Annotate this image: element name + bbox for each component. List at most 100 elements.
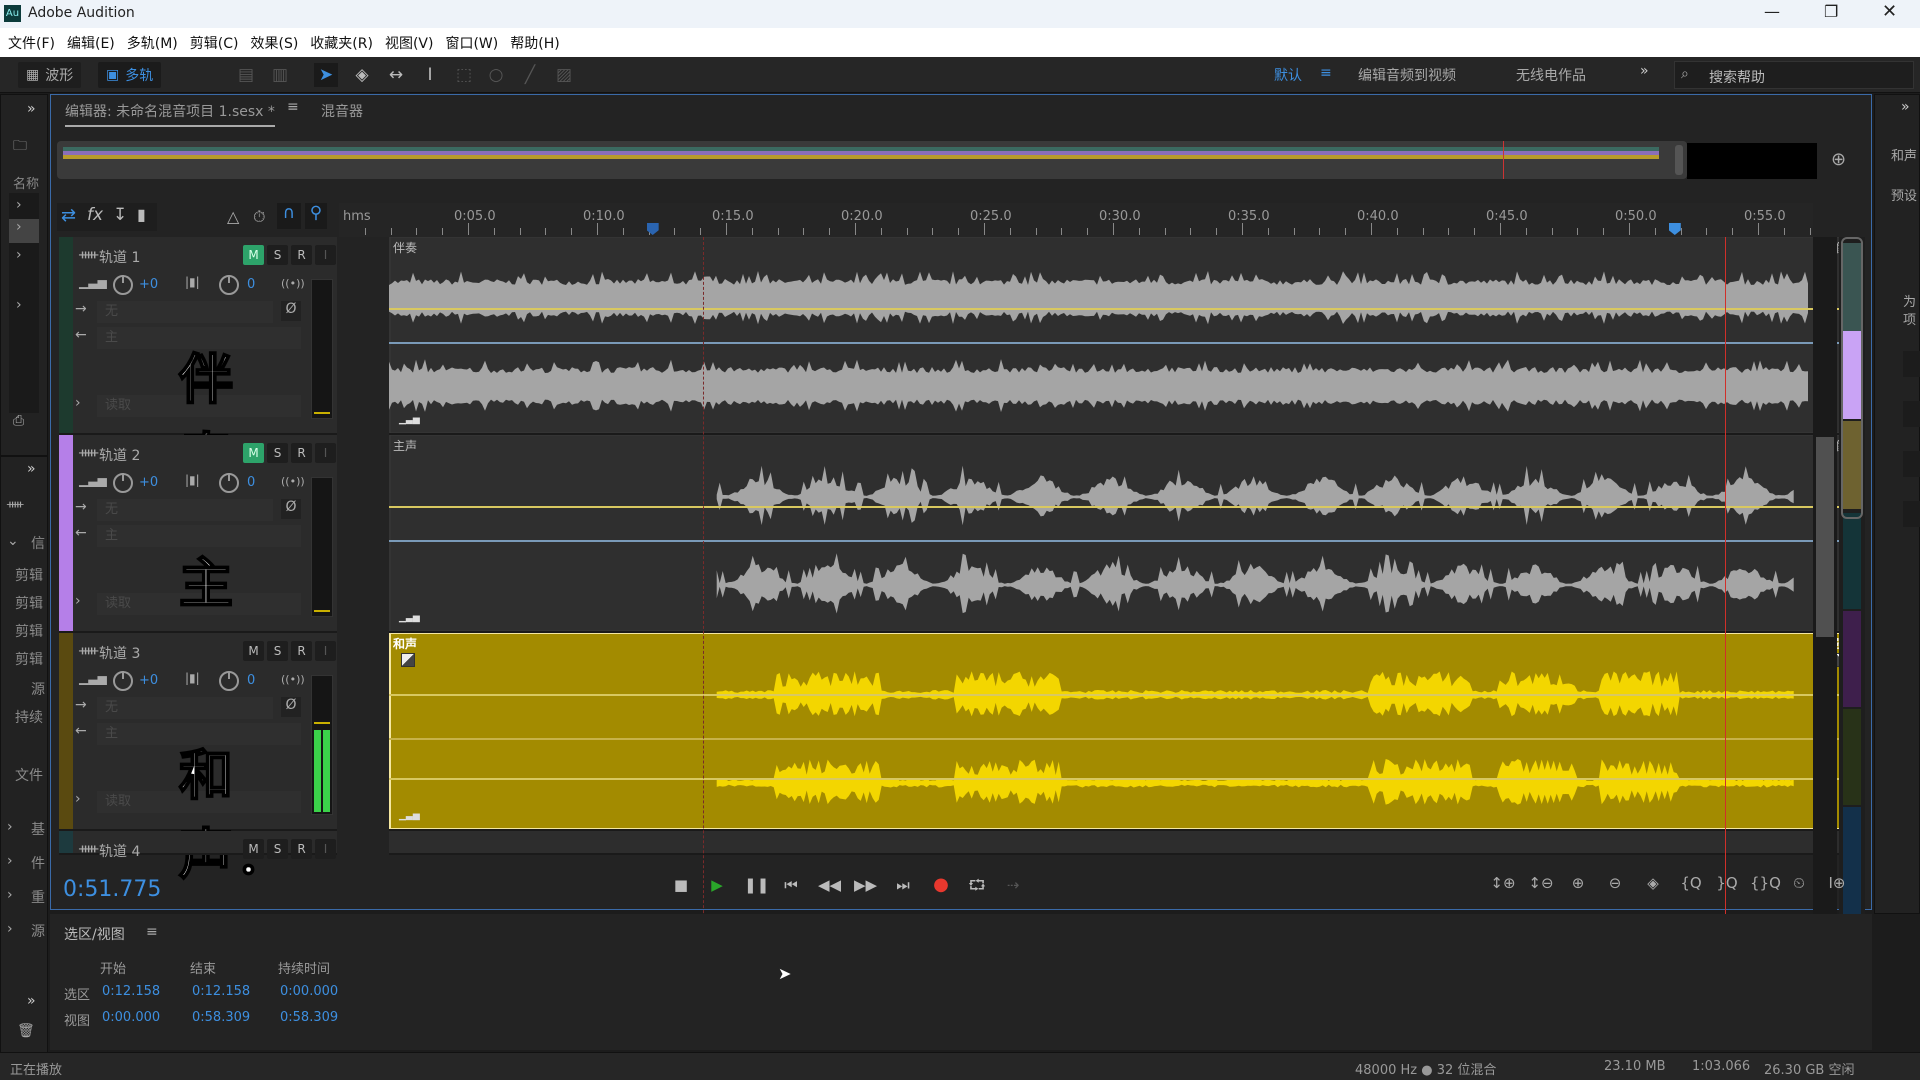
phase-invert-icon[interactable]: Ø: [281, 697, 301, 717]
vertical-scrollbar[interactable]: [1813, 237, 1837, 953]
solo-button[interactable]: S: [267, 245, 288, 265]
stereo-icon[interactable]: ((•)): [281, 673, 305, 686]
input-monitor-button[interactable]: I: [315, 245, 336, 265]
panel-menu-icon[interactable]: ≡: [146, 924, 158, 940]
section-label[interactable]: 基: [31, 819, 45, 839]
record-arm-button[interactable]: R: [291, 839, 312, 859]
sends-icon[interactable]: ↧: [113, 205, 127, 225]
expand-panel-icon[interactable]: »: [1901, 99, 1910, 115]
menu-effects[interactable]: 效果(S): [250, 33, 298, 53]
mute-button[interactable]: M: [243, 245, 264, 265]
inputs-outputs-icon[interactable]: ⇄: [61, 205, 76, 226]
track-lane[interactable]: 主声 声像 ⌄ ▁▃▅: [389, 435, 1863, 633]
menu-file[interactable]: 文件(F): [8, 33, 55, 53]
workspace-radio[interactable]: 无线电作品: [1516, 65, 1586, 85]
view-end[interactable]: 0:58.309: [192, 1010, 250, 1025]
menu-clip[interactable]: 剪辑(C): [190, 33, 239, 53]
track-name[interactable]: 轨道 1: [99, 247, 140, 267]
track-name[interactable]: 轨道 3: [99, 643, 140, 663]
tab-menu-icon[interactable]: ≡: [287, 99, 299, 115]
zoom-to-fit-icon[interactable]: ⊕: [1831, 149, 1846, 170]
stop-button[interactable]: ■: [670, 874, 692, 896]
view-start[interactable]: 0:00.000: [102, 1010, 160, 1025]
zoom-in-amplitude-icon[interactable]: ↕⊕: [1490, 874, 1516, 898]
fx-icon[interactable]: fx: [87, 205, 103, 225]
track-name[interactable]: 轨道 4: [99, 841, 140, 861]
record-arm-button[interactable]: R: [291, 443, 312, 463]
pan-knob[interactable]: [219, 671, 239, 691]
waveform-view-button[interactable]: ▦ 波形: [18, 62, 82, 88]
stereo-icon[interactable]: ((•)): [281, 475, 305, 488]
zoom-out-full-icon[interactable]: ◈: [1640, 874, 1666, 898]
play-button[interactable]: ▶: [706, 874, 728, 896]
slip-tool-icon[interactable]: ↔: [384, 63, 408, 87]
phase-invert-icon[interactable]: Ø: [281, 499, 301, 519]
expand-automation-icon[interactable]: ›: [75, 395, 81, 411]
menu-window[interactable]: 窗口(W): [445, 33, 498, 53]
navigator-handle[interactable]: [1841, 237, 1863, 519]
record-arm-button[interactable]: R: [291, 245, 312, 265]
loop-button[interactable]: ⮔: [966, 874, 988, 896]
brush-tool-icon[interactable]: ╱: [518, 63, 542, 87]
expand-automation-icon[interactable]: ›: [75, 791, 81, 807]
workspace-edit-video[interactable]: 编辑音频到视频: [1358, 65, 1456, 85]
solo-button[interactable]: S: [267, 443, 288, 463]
zoom-selection-icon[interactable]: {}Q: [1750, 874, 1781, 898]
zoom-out-time-icon[interactable]: ⊖: [1602, 874, 1628, 898]
pitch-display-icon[interactable]: ▥: [268, 63, 292, 87]
input-monitor-button[interactable]: I: [315, 641, 336, 661]
pan-value[interactable]: 0: [247, 475, 255, 490]
volume-value[interactable]: +0: [139, 475, 158, 490]
zoom-out-point-icon[interactable]: }Q: [1714, 874, 1740, 898]
expand-icon[interactable]: ›: [16, 197, 22, 213]
skip-button[interactable]: ⇢: [1002, 874, 1024, 896]
track-header[interactable]: ᚔ 轨道 2 M S R I ▁▃▅ +0 |▮| 0 ((•)) → 无 Ø …: [59, 435, 337, 695]
expand-icon[interactable]: ›: [16, 247, 22, 263]
expand-icon[interactable]: ›: [7, 853, 13, 869]
input-monitor-button[interactable]: I: [315, 443, 336, 463]
track-header[interactable]: ᚔ 轨道 3 M S R I ▁▃▅ +0 |▮| 0 ((•)) → 无 Ø …: [59, 633, 337, 887]
track-lane[interactable]: [389, 831, 1863, 855]
view-duration[interactable]: 0:58.309: [280, 1010, 338, 1025]
audio-clip[interactable]: [389, 237, 1863, 433]
marker-pin-icon[interactable]: ⚲: [305, 203, 327, 229]
stereo-icon[interactable]: ((•)): [281, 277, 305, 290]
presets-label[interactable]: 预设: [1891, 185, 1917, 204]
track-header[interactable]: ᚔ 轨道 4 M S R I: [59, 831, 337, 860]
minimize-icon[interactable]: —: [1764, 2, 1780, 21]
move-tool-icon[interactable]: ➤: [314, 63, 338, 87]
input-select[interactable]: 无: [97, 301, 273, 323]
track-name[interactable]: 轨道 2: [99, 445, 140, 465]
razor-tool-icon[interactable]: ◈: [350, 63, 374, 87]
section-label[interactable]: 重: [31, 887, 45, 907]
pan-knob[interactable]: [219, 473, 239, 493]
overview-handle[interactable]: [1675, 145, 1683, 175]
restore-icon[interactable]: ❐: [1824, 2, 1838, 21]
tab-mixer[interactable]: 混音器: [321, 101, 363, 121]
expand-icon[interactable]: ›: [7, 921, 13, 937]
time-ruler[interactable]: hms 0:05.0 0:10.0 0:15.0 0:20.0 0:25.0 0:30.0…: [339, 203, 1813, 237]
expand-panel-icon[interactable]: »: [27, 993, 36, 1009]
mute-button[interactable]: M: [243, 443, 264, 463]
solo-button[interactable]: S: [267, 839, 288, 859]
track-header[interactable]: ᚔ 轨道 1 M S R I ▁▃▅ +0 |▮| 0 ((•)) → 无 Ø …: [59, 237, 337, 491]
expand-icon[interactable]: ›: [7, 887, 13, 903]
expand-panel-icon[interactable]: »: [27, 101, 36, 117]
import-icon[interactable]: ⎙: [13, 413, 24, 429]
record-button[interactable]: ●: [930, 874, 952, 896]
menu-multitrack[interactable]: 多轨(M): [127, 33, 178, 53]
zoom-in-time-icon[interactable]: ⊕: [1565, 874, 1591, 898]
rewind-button[interactable]: ◀◀: [818, 874, 841, 896]
input-monitor-button[interactable]: I: [315, 839, 336, 859]
workspace-default[interactable]: 默认: [1274, 65, 1302, 85]
spectral-display-icon[interactable]: ▤: [234, 63, 258, 87]
section-label[interactable]: 件: [31, 853, 45, 873]
pan-value[interactable]: 0: [247, 673, 255, 688]
pan-knob[interactable]: [219, 275, 239, 295]
tab-editor[interactable]: 编辑器: 未命名混音项目 1.sesx *: [65, 101, 275, 127]
volume-knob[interactable]: [113, 473, 133, 493]
effect-slot[interactable]: [1903, 501, 1920, 527]
audio-clip[interactable]: [389, 633, 1863, 829]
expand-icon[interactable]: ›: [7, 819, 13, 835]
selection-duration[interactable]: 0:00.000: [280, 984, 338, 999]
